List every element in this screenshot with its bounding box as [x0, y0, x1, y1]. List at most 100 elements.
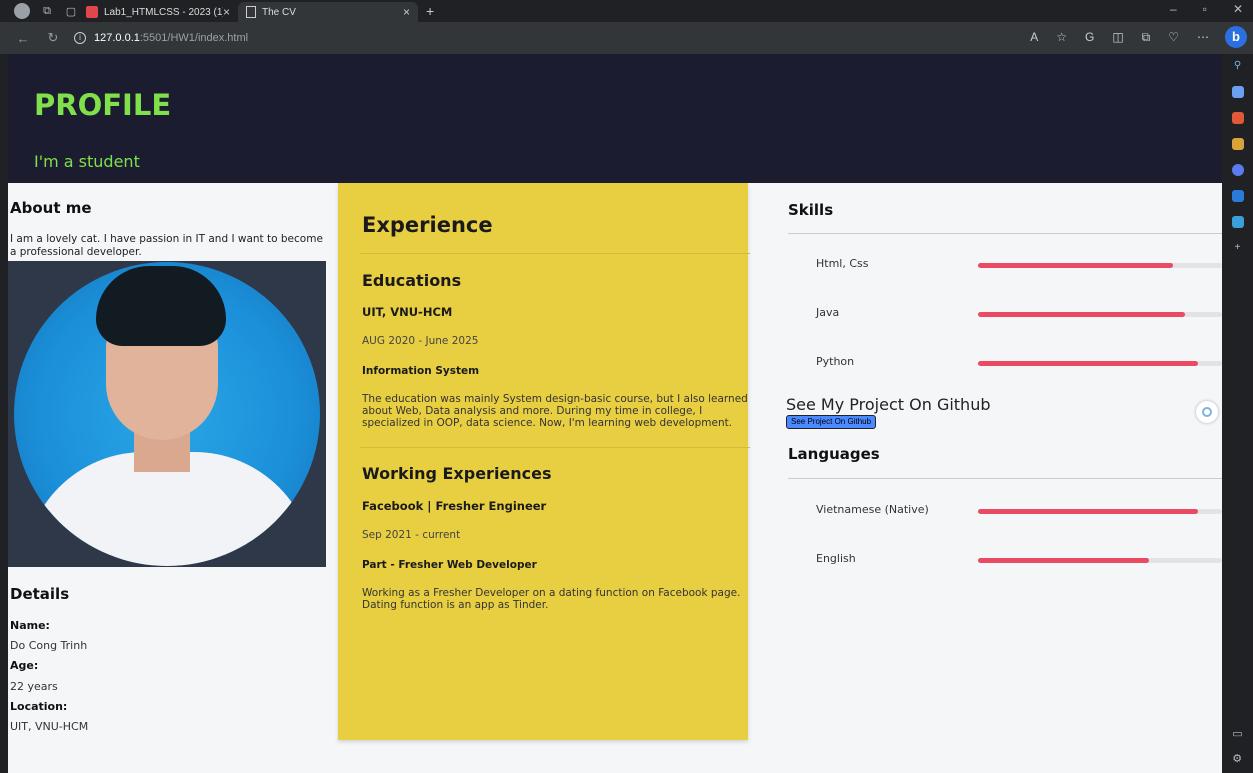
- refresh-icon[interactable]: ↻: [46, 30, 60, 46]
- tools-icon[interactable]: [1231, 112, 1244, 124]
- skill-bar-fill: [978, 361, 1198, 366]
- education-desc: The education was mainly System design-b…: [362, 393, 748, 429]
- url-host: 127.0.0.1: [94, 32, 140, 44]
- page-title: PROFILE: [34, 88, 172, 122]
- skill-bar: [978, 361, 1222, 366]
- browser-tab-bar: ⧉ ▢ Lab1_HTMLCSS - 2023 (1).pdf × The CV…: [0, 0, 1253, 22]
- page-icon: [246, 6, 256, 18]
- window-left-border: [0, 54, 8, 773]
- split-screen-icon[interactable]: ◫: [1112, 30, 1123, 45]
- copilot-floating-icon[interactable]: [1196, 401, 1218, 423]
- read-aloud-icon[interactable]: A: [1030, 30, 1038, 45]
- skills-title: Skills: [788, 201, 834, 219]
- add-icon[interactable]: +: [1232, 242, 1244, 254]
- about-title: About me: [10, 199, 92, 217]
- work-org: Facebook | Fresher Engineer: [362, 499, 547, 513]
- bing-copilot-icon[interactable]: b: [1225, 26, 1247, 48]
- edge-sidebar: ⚲ + ▭ ⚙: [1222, 54, 1253, 773]
- name-label: Name:: [10, 619, 50, 632]
- tab-pdf[interactable]: Lab1_HTMLCSS - 2023 (1).pdf ×: [78, 2, 238, 22]
- maximize-icon[interactable]: ▫: [1203, 2, 1207, 16]
- collections-icon[interactable]: ⧉: [1142, 30, 1151, 45]
- search-icon[interactable]: ⚲: [1232, 60, 1244, 72]
- details-title: Details: [10, 585, 70, 603]
- profile-header: PROFILE I'm a student: [8, 54, 1222, 183]
- experience-title: Experience: [362, 213, 493, 237]
- work-heading: Working Experiences: [362, 464, 552, 483]
- location-value: UIT, VNU-HCM: [10, 720, 89, 733]
- education-role: Information System: [362, 365, 480, 377]
- left-column: About me I am a lovely cat. I have passi…: [8, 183, 338, 773]
- window-controls: – ▫ ✕: [1170, 2, 1243, 16]
- url-field[interactable]: i 127.0.0.1:5501/HW1/index.html: [74, 32, 248, 44]
- skill-bar-fill: [978, 312, 1186, 317]
- language-bar: [978, 509, 1222, 514]
- pdf-icon: [86, 6, 98, 18]
- favorite-star-icon[interactable]: ☆: [1056, 30, 1067, 45]
- github-button[interactable]: See Project On Github: [786, 415, 877, 429]
- hide-sidebar-icon[interactable]: ▭: [1232, 727, 1242, 740]
- skill-bar-fill: [978, 263, 1174, 268]
- skill-row: Html, Css: [778, 255, 1222, 275]
- profile-avatar[interactable]: [14, 3, 30, 19]
- close-tab-icon[interactable]: ×: [403, 5, 410, 19]
- skill-name: Html, Css: [816, 257, 869, 270]
- site-info-icon[interactable]: i: [74, 32, 86, 44]
- about-text: I am a lovely cat. I have passion in IT …: [10, 233, 323, 258]
- people-icon[interactable]: [1231, 138, 1244, 150]
- games-icon[interactable]: [1231, 164, 1244, 176]
- photo-hair: [96, 266, 226, 346]
- tab-label: The CV: [262, 6, 296, 18]
- work-desc: Working as a Fresher Developer on a dati…: [362, 587, 741, 611]
- divider: [788, 233, 1222, 234]
- skill-name: Python: [816, 355, 855, 368]
- close-window-icon[interactable]: ✕: [1233, 2, 1243, 16]
- skill-bar: [978, 312, 1222, 317]
- education-heading: Educations: [362, 271, 462, 290]
- skill-name: Java: [816, 306, 840, 319]
- skill-bar: [978, 263, 1222, 268]
- tab-cv[interactable]: The CV ×: [238, 2, 418, 22]
- language-row: Vietnamese (Native): [778, 501, 1222, 521]
- refresh-extension-icon[interactable]: G: [1085, 30, 1094, 45]
- url-path: :5501/HW1/index.html: [139, 32, 249, 44]
- settings-gear-icon[interactable]: ⚙: [1232, 752, 1242, 765]
- more-icon[interactable]: ⋯: [1197, 30, 1209, 45]
- browser-toolbar: A ☆ G ◫ ⧉ ♡ ⋯: [1030, 30, 1209, 45]
- photo-circle: [14, 262, 320, 566]
- page-viewport: PROFILE I'm a student About me I am a lo…: [8, 54, 1222, 773]
- experience-column: Experience Educations UIT, VNU-HCM AUG 2…: [338, 183, 750, 740]
- minimize-icon[interactable]: –: [1170, 2, 1177, 16]
- language-bar-fill: [978, 558, 1149, 563]
- tab-actions-icon[interactable]: ▢: [64, 4, 78, 18]
- shopping-tag-icon[interactable]: [1231, 86, 1244, 98]
- back-icon[interactable]: ←: [16, 31, 30, 46]
- tab-label: Lab1_HTMLCSS - 2023 (1).pdf: [104, 6, 223, 18]
- language-name: Vietnamese (Native): [816, 503, 929, 516]
- divider: [788, 478, 1222, 479]
- location-label: Location:: [10, 700, 68, 713]
- profile-photo: [8, 261, 326, 567]
- heart-icon[interactable]: ♡: [1168, 30, 1179, 45]
- education-date: AUG 2020 - June 2025: [362, 335, 479, 347]
- page-subtitle: I'm a student: [34, 152, 140, 171]
- language-bar: [978, 558, 1222, 563]
- close-tab-icon[interactable]: ×: [223, 5, 230, 19]
- drop-icon[interactable]: [1231, 216, 1244, 228]
- language-name: English: [816, 552, 856, 565]
- age-label: Age:: [10, 659, 39, 672]
- new-tab-icon[interactable]: +: [426, 3, 434, 19]
- language-bar-fill: [978, 509, 1198, 514]
- name-value: Do Cong Trinh: [10, 639, 88, 652]
- divider: [360, 253, 750, 254]
- sidebar-bottom: ▭ ⚙: [1232, 727, 1242, 765]
- education-org: UIT, VNU-HCM: [362, 305, 453, 319]
- work-role: Part - Fresher Web Developer: [362, 559, 537, 571]
- age-value: 22 years: [10, 680, 58, 693]
- outlook-icon[interactable]: [1231, 190, 1244, 202]
- workspaces-icon[interactable]: ⧉: [40, 4, 54, 18]
- skill-row: Python: [778, 353, 1222, 373]
- skill-row: Java: [778, 304, 1222, 324]
- right-column: Skills Html, Css Java Python See My Proj…: [778, 183, 1222, 773]
- divider: [360, 447, 750, 448]
